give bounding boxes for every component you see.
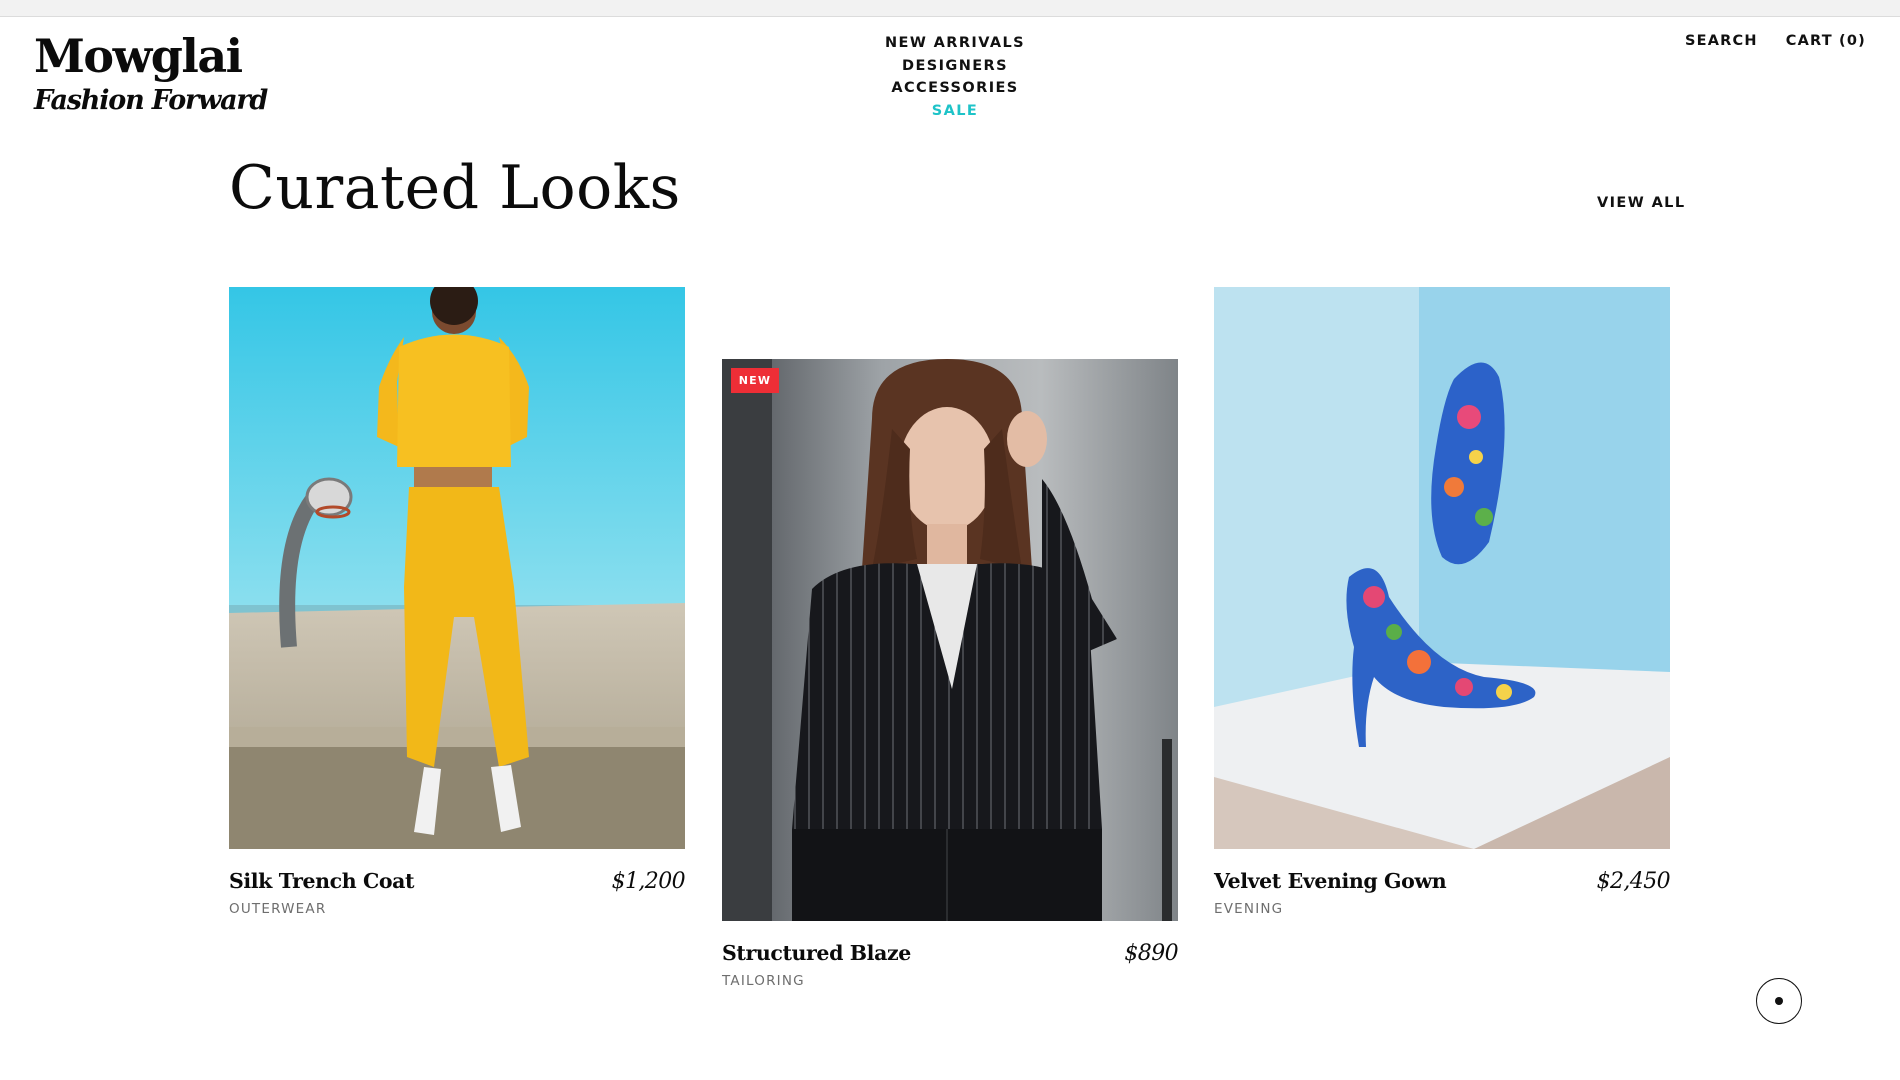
product-price: $890 bbox=[1124, 941, 1178, 966]
dot-icon bbox=[1775, 997, 1783, 1005]
product-price: $2,450 bbox=[1596, 869, 1671, 894]
search-link[interactable]: SEARCH bbox=[1685, 33, 1758, 49]
new-badge: NEW bbox=[731, 368, 779, 393]
brand-tagline: Fashion Forward bbox=[34, 85, 268, 116]
product-name[interactable]: Velvet Evening Gown bbox=[1214, 869, 1447, 893]
nav-item-designers[interactable]: DESIGNERS bbox=[855, 55, 1055, 78]
brand-name: Mowglai bbox=[34, 29, 243, 83]
product-name[interactable]: Structured Blaze bbox=[722, 941, 911, 965]
cart-link[interactable]: CART (0) bbox=[1786, 33, 1866, 49]
utility-nav: SEARCH CART (0) bbox=[1685, 33, 1866, 49]
main-nav: NEW ARRIVALS DESIGNERS ACCESSORIES SALE bbox=[855, 32, 1055, 122]
product-meta: Structured Blaze $890 TAILORING bbox=[722, 941, 1179, 999]
section-title: Curated Looks bbox=[229, 153, 681, 223]
product-category: OUTERWEAR bbox=[229, 901, 327, 917]
product-card-silk-trench-coat[interactable]: Silk Trench Coat $1,200 OUTERWEAR bbox=[229, 287, 686, 927]
view-all-link[interactable]: VIEW ALL bbox=[1597, 195, 1685, 211]
yellow-tracksuit-photo[interactable] bbox=[229, 287, 685, 849]
product-category: TAILORING bbox=[722, 973, 805, 989]
product-card-velvet-evening-gown[interactable]: Velvet Evening Gown $2,450 EVENING bbox=[1214, 287, 1671, 927]
product-category: EVENING bbox=[1214, 901, 1284, 917]
nav-item-new-arrivals[interactable]: NEW ARRIVALS bbox=[855, 32, 1055, 55]
nav-item-sale[interactable]: SALE bbox=[855, 100, 1055, 123]
nav-item-accessories[interactable]: ACCESSORIES bbox=[855, 77, 1055, 100]
product-meta: Velvet Evening Gown $2,450 EVENING bbox=[1214, 869, 1671, 927]
pinstripe-blazer-photo[interactable]: NEW bbox=[722, 359, 1178, 921]
brand-logo[interactable]: Mowglai Fashion Forward bbox=[34, 29, 268, 118]
floral-stiletto-photo[interactable] bbox=[1214, 287, 1670, 849]
product-meta: Silk Trench Coat $1,200 OUTERWEAR bbox=[229, 869, 686, 927]
product-card-structured-blaze[interactable]: NEW Structured Blaze $890 TAILORING bbox=[722, 359, 1179, 999]
scroll-indicator-button[interactable] bbox=[1756, 978, 1802, 1024]
product-price: $1,200 bbox=[611, 869, 686, 894]
product-name[interactable]: Silk Trench Coat bbox=[229, 869, 415, 893]
browser-top-bar bbox=[0, 0, 1900, 17]
